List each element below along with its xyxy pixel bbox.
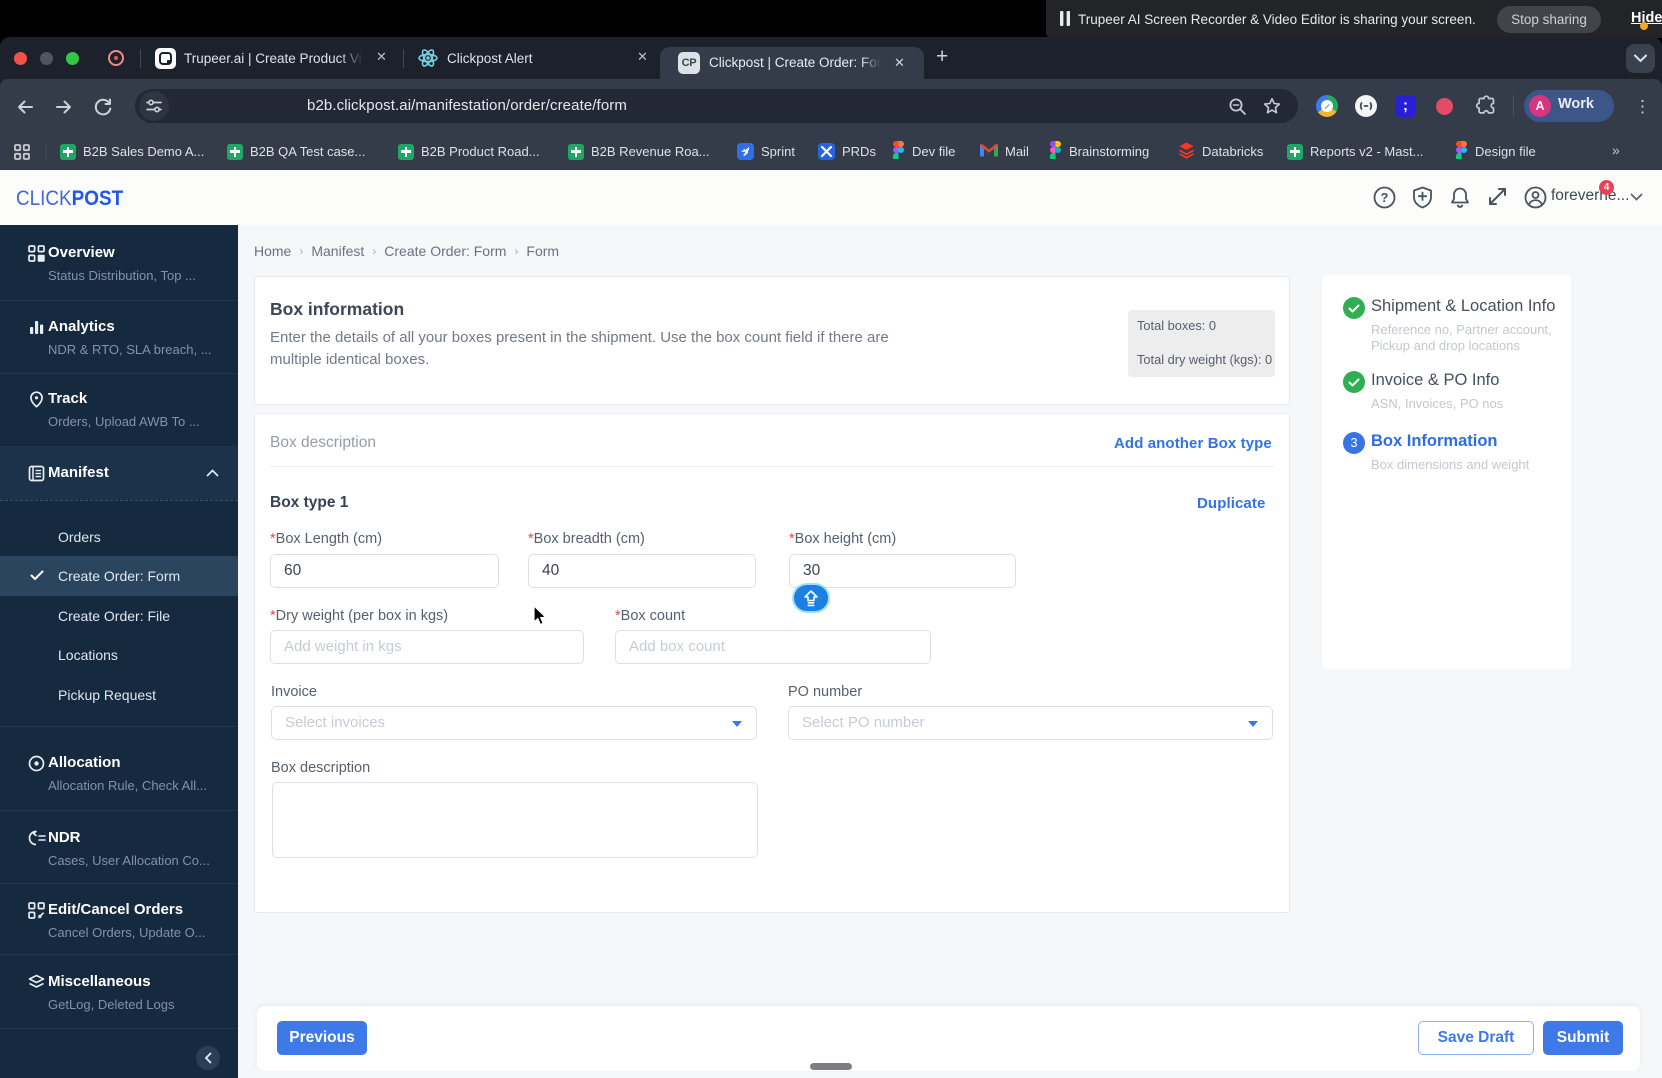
svg-text:?: ? (1381, 190, 1389, 205)
